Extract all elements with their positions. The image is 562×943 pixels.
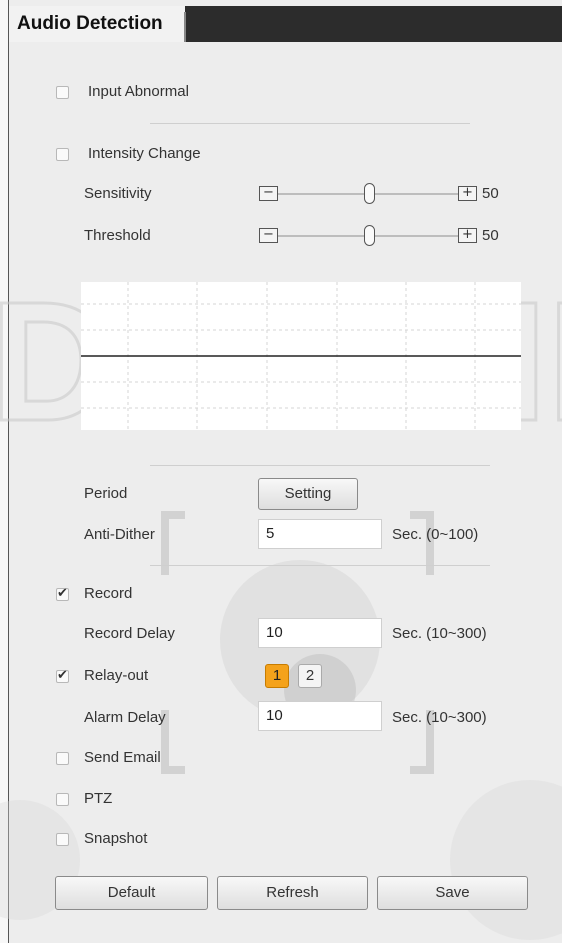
sensitivity-label: Sensitivity [84,185,152,202]
ptz-checkbox[interactable] [56,793,69,806]
anti-dither-range: Sec. (0~100) [392,526,479,543]
threshold-plus-button[interactable]: + [458,228,477,243]
snapshot-checkbox[interactable] [56,833,69,846]
alarm-delay-range: Sec. (10~300) [392,709,487,726]
save-button[interactable]: Save [377,876,528,910]
intensity-change-label: Intensity Change [88,145,201,162]
relay-out-label: Relay-out [84,667,149,684]
sensitivity-slider-thumb[interactable] [364,183,375,204]
record-label: Record [84,585,133,602]
sensitivity-minus-button[interactable]: − [259,186,278,201]
left-border [0,0,9,943]
threshold-slider-thumb[interactable] [364,225,375,246]
page-title: Audio Detection [9,6,186,42]
send-email-checkbox[interactable] [56,752,69,765]
period-label: Period [84,485,128,502]
threshold-label: Threshold [84,227,151,244]
threshold-minus-button[interactable]: − [259,228,278,243]
separator [150,465,490,466]
separator [150,123,470,124]
send-email-label: Send Email [84,749,161,766]
snapshot-label: Snapshot [84,830,148,847]
alarm-delay-label: Alarm Delay [84,709,166,726]
anti-dither-label: Anti-Dither [84,526,155,543]
sensitivity-value: 50 [482,185,499,202]
input-abnormal-label: Input Abnormal [88,83,189,100]
sensitivity-plus-button[interactable]: + [458,186,477,201]
default-button[interactable]: Default [55,876,208,910]
ptz-label: PTZ [84,790,113,807]
alarm-delay-input[interactable]: 10 [258,701,382,731]
input-abnormal-checkbox[interactable] [56,86,69,99]
relay-out-checkbox[interactable] [56,668,69,683]
record-checkbox[interactable] [56,586,69,601]
period-setting-button[interactable]: Setting [258,478,358,510]
separator [150,565,490,566]
relay-2-button[interactable]: 2 [298,664,322,688]
audio-graph-grid [81,282,521,430]
intensity-change-checkbox[interactable] [56,148,69,161]
refresh-button[interactable]: Refresh [217,876,368,910]
record-delay-label: Record Delay [84,625,175,642]
record-delay-input[interactable]: 10 [258,618,382,648]
anti-dither-input[interactable]: 5 [258,519,382,549]
audio-intensity-graph [81,282,521,430]
threshold-value: 50 [482,227,499,244]
relay-1-button[interactable]: 1 [265,664,289,688]
record-delay-range: Sec. (10~300) [392,625,487,642]
